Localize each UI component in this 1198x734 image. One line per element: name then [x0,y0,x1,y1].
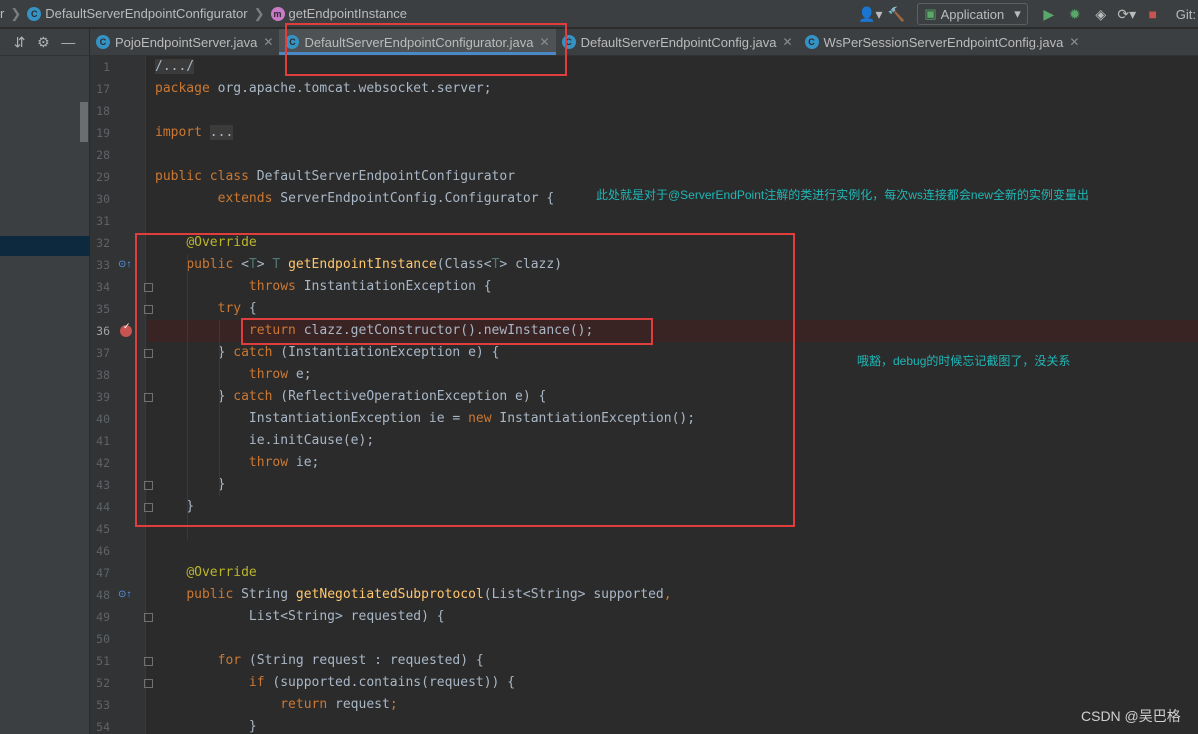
run-icon[interactable]: ▶ [1038,3,1060,25]
coverage-icon[interactable]: ◈ [1090,3,1112,25]
method-highlight-box [135,233,795,527]
line-number[interactable]: 17 [90,78,110,100]
gear-icon[interactable]: ⚙ [37,34,50,51]
hide-icon[interactable]: — [61,34,75,50]
line-number[interactable]: 31 [90,210,110,232]
breadcrumb-method[interactable]: m getEndpointInstance [270,6,407,21]
line-number[interactable]: 41 [90,430,110,452]
breadcrumb-root[interactable]: r [0,6,4,21]
line-number[interactable]: 52 [90,672,110,694]
override-marker-icon[interactable]: ⊙↑ [118,584,131,606]
line-number[interactable]: 37 [90,342,110,364]
collapse-icon[interactable]: ⇵ [14,34,26,51]
code-line[interactable]: List<String> requested) { [155,606,445,628]
code-line[interactable]: /.../ [155,56,195,78]
code-line[interactable]: public class DefaultServerEndpointConfig… [155,166,515,188]
debug-icon[interactable]: ✹ [1064,3,1086,25]
line-number[interactable]: 28 [90,144,110,166]
annotation-note-instantiation: 此处就是对于@ServerEndPoint注解的类进行实例化，每次ws连接都会n… [596,188,1089,202]
watermark: CSDN @吴巴格 [1081,708,1181,724]
stop-icon[interactable]: ■ [1142,3,1164,25]
line-number[interactable]: 40 [90,408,110,430]
class-icon: C [27,6,42,21]
project-scrollbar[interactable] [80,102,88,142]
code-line[interactable]: } [155,716,257,734]
breadcrumb-separator-icon: ❯ [10,5,22,21]
code-line[interactable]: extends ServerEndpointConfig.Configurato… [155,188,555,210]
code-line[interactable]: for (String request : requested) { [155,650,484,672]
line-number[interactable]: 35 [90,298,110,320]
active-tab-highlight-box [285,23,567,76]
line-number[interactable]: 51 [90,650,110,672]
method-icon: m [270,6,285,21]
line-number[interactable]: 18 [90,100,110,122]
close-icon[interactable]: ✕ [1069,35,1079,49]
code-line[interactable]: if (supported.contains(request)) { [155,672,515,694]
tab-default-server-endpoint-config[interactable]: C DefaultServerEndpointConfig.java ✕ [556,29,799,55]
line-number[interactable]: 38 [90,364,110,386]
line-number[interactable]: 19 [90,122,110,144]
tab-ws-per-session-server-endpoint-config[interactable]: C WsPerSessionServerEndpointConfig.java … [799,29,1086,55]
code-line[interactable]: return request; [155,694,397,716]
project-pane [0,56,90,734]
breadcrumb-class[interactable]: C DefaultServerEndpointConfigurator [27,6,248,21]
class-icon: C [96,35,110,49]
class-icon: C [804,35,819,49]
line-number[interactable]: 32 [90,232,110,254]
line-number[interactable]: 29 [90,166,110,188]
run-config-icon: ▣ [924,6,937,21]
breakpoint-icon[interactable] [120,321,132,337]
line-number[interactable]: 43 [90,474,110,496]
profile-icon[interactable]: ⟳▾ [1116,3,1138,25]
code-line[interactable]: import ... [155,122,234,144]
line-number[interactable]: 39 [90,386,110,408]
user-icon[interactable]: 👤▾ [858,3,882,25]
code-line[interactable]: public String getNegotiatedSubprotocol(L… [155,584,671,606]
line-number[interactable]: 42 [90,452,110,474]
line-number[interactable]: 45 [90,518,110,540]
line-number[interactable]: 48 [90,584,110,606]
annotation-note-debug: 哦豁，debug的时候忘记截图了，没关系 [857,354,1071,368]
line-number[interactable]: 30 [90,188,110,210]
line-number[interactable]: 36 [90,320,110,342]
line-number[interactable]: 33 [90,254,110,276]
code-line[interactable]: @Override [155,562,256,584]
project-selected-row[interactable] [0,236,90,256]
line-number[interactable]: 54 [90,716,110,734]
breadcrumb-separator-icon: ❯ [253,5,265,21]
line-number[interactable]: 47 [90,562,110,584]
run-configuration-select[interactable]: ▣ Application ▾ [917,3,1028,25]
override-marker-icon[interactable]: ⊙↑ [118,254,131,276]
line-number[interactable]: 53 [90,694,110,716]
git-label[interactable]: Git: [1176,7,1196,22]
project-tool-buttons: ⇵ ⚙ — [0,29,90,55]
navigation-bar: r ❯ C DefaultServerEndpointConfigurator … [0,0,1198,28]
line-number[interactable]: 1 [90,56,110,78]
line-number[interactable]: 44 [90,496,110,518]
close-icon[interactable]: ✕ [263,35,273,49]
line-number[interactable]: 49 [90,606,110,628]
line-number[interactable]: 46 [90,540,110,562]
tab-pojo-endpoint-server[interactable]: C PojoEndpointServer.java ✕ [90,29,279,55]
editor-tab-bar: ⇵ ⚙ — C PojoEndpointServer.java ✕ C Defa… [0,29,1198,56]
run-toolbar: 👤▾ 🔨 ▣ Application ▾ ▶ ✹ ◈ ⟳▾ ■ Git: [857,0,1198,28]
build-hammer-icon[interactable]: 🔨 [885,3,907,25]
chevron-down-icon: ▾ [1014,6,1021,21]
line-number[interactable]: 50 [90,628,110,650]
code-line[interactable]: package org.apache.tomcat.websocket.serv… [155,78,492,100]
line-number[interactable]: 34 [90,276,110,298]
close-icon[interactable]: ✕ [782,35,792,49]
return-statement-highlight-box [241,318,653,345]
